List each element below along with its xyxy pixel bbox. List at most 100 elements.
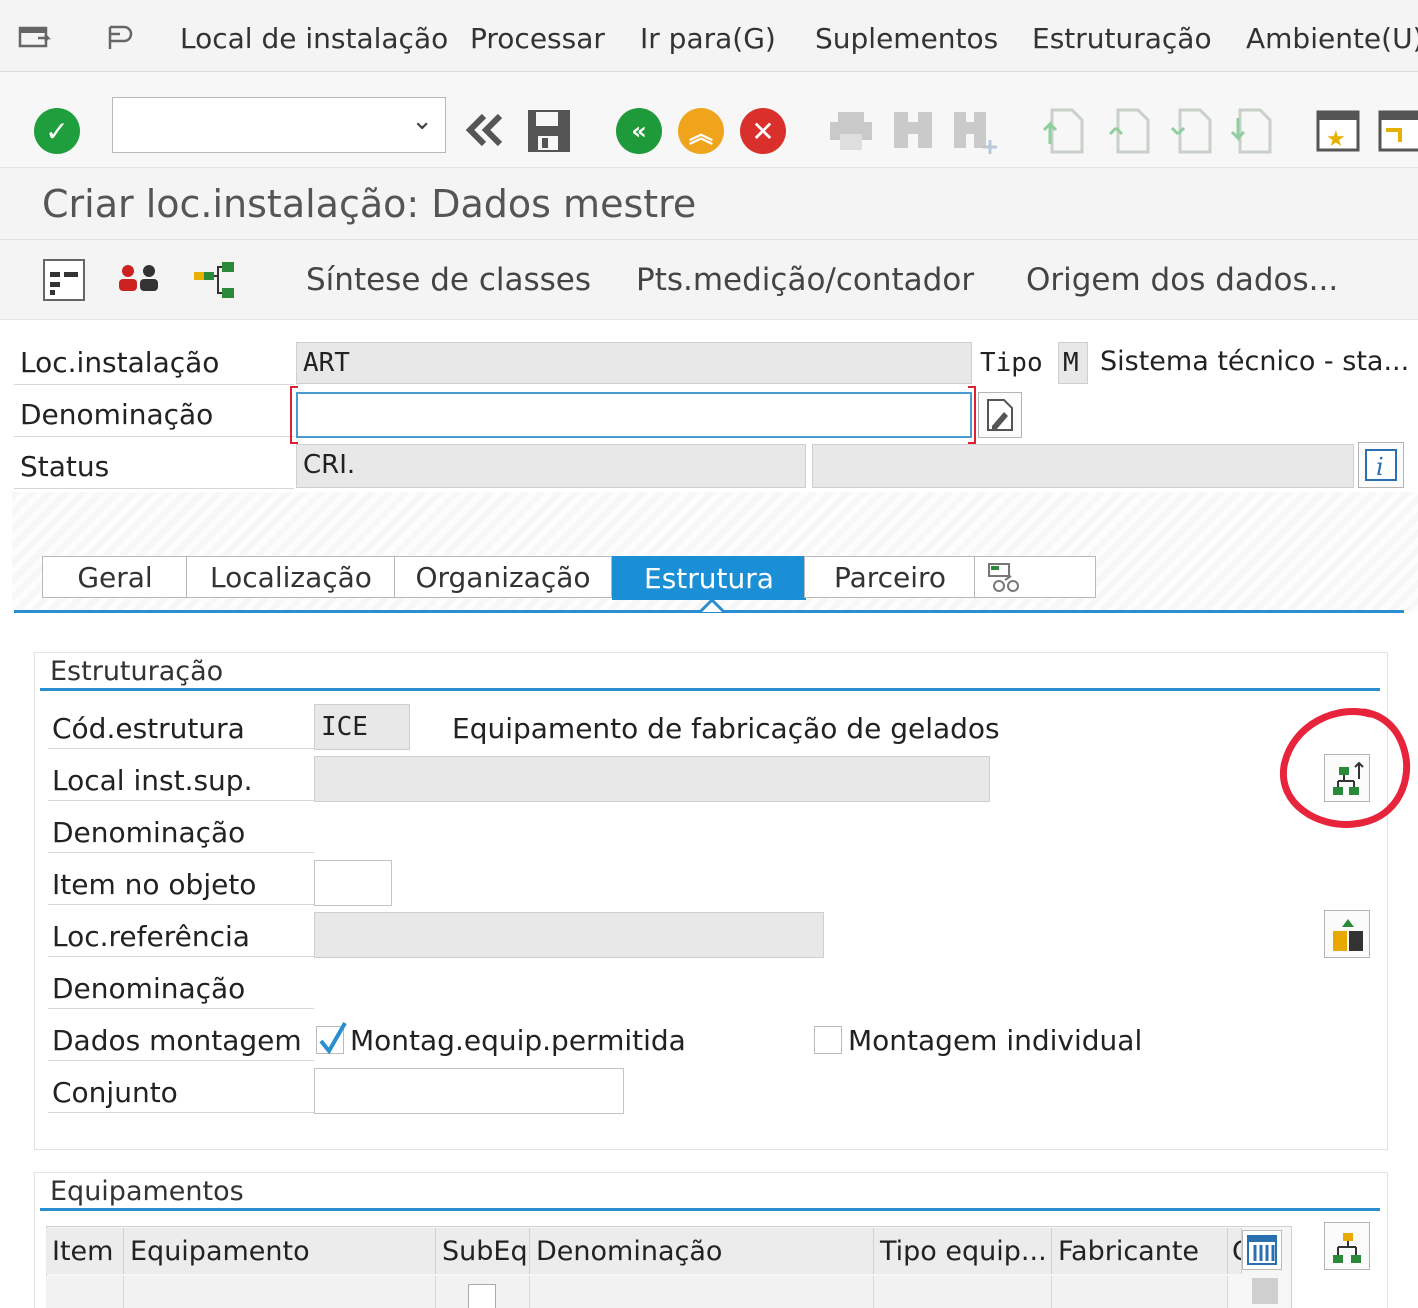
system-menu-icon[interactable] [18, 24, 52, 52]
menu-ambiente[interactable]: Ambiente(U) [1246, 22, 1418, 55]
create-session-icon[interactable]: ★ [1314, 104, 1360, 156]
status-info-button[interactable]: i [1358, 442, 1404, 488]
table-cell[interactable] [1052, 1276, 1228, 1308]
page-title: Criar loc.instalação: Dados mestre [42, 182, 697, 226]
table-cell[interactable] [436, 1276, 530, 1308]
tab-more[interactable] [974, 556, 1096, 598]
montag-equip-permitida-checkbox[interactable] [316, 1022, 347, 1055]
divider [48, 852, 314, 853]
column-header-label: Denominação [536, 1235, 723, 1267]
montag-equip-permitida-label: Montag.equip.permitida [350, 1024, 686, 1057]
chevron-down-icon[interactable]: ⌄ [411, 106, 433, 136]
tab-localizacao[interactable]: Localização [186, 556, 396, 598]
status-label: Status [20, 450, 110, 483]
column-header-tipo-equip[interactable]: Tipo equip... [874, 1228, 1052, 1274]
display-object-icon[interactable] [42, 258, 86, 302]
equipamentos-title: Equipamentos [50, 1176, 244, 1207]
tab-organizacao[interactable]: Organização [394, 556, 612, 598]
divider [14, 436, 294, 437]
print-icon [830, 112, 872, 150]
hierarchy-icon [1333, 1233, 1361, 1263]
divider [48, 800, 314, 801]
back-double-icon[interactable] [462, 104, 508, 156]
customize-icon[interactable] [104, 24, 138, 52]
column-header-equipamento[interactable]: Equipamento [124, 1228, 436, 1274]
svg-text:i: i [1376, 453, 1384, 481]
column-config-button[interactable] [1242, 1230, 1282, 1270]
svg-text:★: ★ [1326, 127, 1346, 152]
column-header-item[interactable]: Item [46, 1228, 124, 1274]
loc-instalacao-field: ART [296, 342, 972, 384]
column-header-label: SubEq [442, 1235, 528, 1267]
divider [48, 1060, 314, 1061]
menu-estruturacao[interactable]: Estruturação [1032, 22, 1212, 55]
tipo-text: Sistema técnico - sta... [1100, 346, 1410, 377]
denominacao-2-label: Denominação [52, 972, 246, 1005]
column-header-fabricante[interactable]: Fabricante [1052, 1228, 1228, 1274]
table-cell[interactable] [874, 1276, 1052, 1308]
column-header-subeq[interactable]: SubEq [436, 1228, 530, 1274]
cancel-icon[interactable]: ✕ [740, 108, 786, 154]
conjunto-input[interactable] [314, 1068, 624, 1114]
table-cell[interactable] [46, 1276, 124, 1308]
menu-processar[interactable]: Processar [470, 22, 605, 55]
structure-graphic-icon[interactable] [192, 258, 240, 302]
origem-dos-dados-button[interactable]: Origem dos dados... [1026, 262, 1338, 298]
back-icon[interactable]: « [616, 108, 662, 154]
loc-instalacao-value: ART [303, 348, 350, 378]
menu-ir-para[interactable]: Ir para(G) [640, 22, 776, 55]
exit-icon[interactable]: ︽ [678, 108, 724, 154]
column-header-label: Item [52, 1235, 114, 1267]
menu-local-de-instalacao[interactable]: Local de instalação [180, 22, 448, 55]
title-bar: Criar loc.instalação: Dados mestre [0, 168, 1418, 240]
tab-label: Localização [210, 560, 372, 594]
montagem-individual-checkbox[interactable] [814, 1026, 842, 1054]
divider [14, 488, 294, 489]
cod-estrutura-value: ICE [321, 712, 368, 742]
denominacao-label: Denominação [20, 398, 214, 431]
cod-estrutura-text: Equipamento de fabricação de gelados [452, 712, 1000, 745]
local-inst-sup-label: Local inst.sup. [52, 764, 253, 797]
tab-label: Parceiro [833, 560, 947, 594]
reference-location-button[interactable] [1324, 910, 1370, 958]
enter-icon[interactable]: ✓ [34, 108, 80, 154]
more-tabs-icon [988, 563, 1019, 592]
menu-bar: Local de instalação Processar Ir para(G)… [0, 0, 1418, 72]
tab-geral[interactable]: Geral [42, 556, 188, 598]
partner-icon[interactable] [116, 262, 162, 296]
denominacao-1-label: Denominação [52, 816, 246, 849]
edit-document-icon [987, 399, 1013, 431]
tab-label: Organização [415, 560, 591, 594]
group-underline [40, 688, 1380, 691]
column-header-label: C [1232, 1236, 1241, 1267]
equipment-hierarchy-button[interactable] [1324, 1222, 1370, 1270]
column-header-c[interactable]: C [1228, 1228, 1242, 1274]
reference-icon [1333, 919, 1363, 951]
tab-parceiro[interactable]: Parceiro [804, 556, 976, 598]
item-no-objeto-input[interactable] [314, 860, 392, 906]
menu-suplementos[interactable]: Suplementos [815, 22, 998, 55]
command-field[interactable]: ⌄ [112, 97, 446, 153]
long-text-button[interactable] [978, 392, 1022, 438]
table-cell[interactable] [124, 1276, 436, 1308]
local-inst-sup-field [314, 756, 990, 802]
divider [48, 1008, 314, 1009]
loc-referencia-label: Loc.referência [52, 920, 250, 953]
column-header-denominacao[interactable]: Denominação [530, 1228, 874, 1274]
denominacao-input[interactable] [296, 392, 972, 438]
subeq-checkbox[interactable] [468, 1284, 496, 1308]
shortcut-icon[interactable] [1376, 104, 1418, 156]
dados-montagem-label: Dados montagem [52, 1024, 302, 1057]
column-header-label: Fabricante [1058, 1235, 1200, 1267]
pts-medicao-contador-button[interactable]: Pts.medição/contador [636, 262, 974, 298]
active-tab-pointer [700, 598, 724, 614]
row-selector[interactable] [1252, 1278, 1278, 1304]
tipo-field: M [1058, 342, 1088, 384]
table-cell[interactable] [530, 1276, 874, 1308]
divider [14, 384, 294, 385]
sintese-de-classes-button[interactable]: Síntese de classes [306, 262, 591, 298]
table-settings-icon [1247, 1235, 1277, 1265]
tab-estrutura[interactable]: Estrutura [612, 556, 806, 600]
save-icon[interactable] [526, 104, 572, 156]
checkmark-icon [319, 1022, 347, 1055]
